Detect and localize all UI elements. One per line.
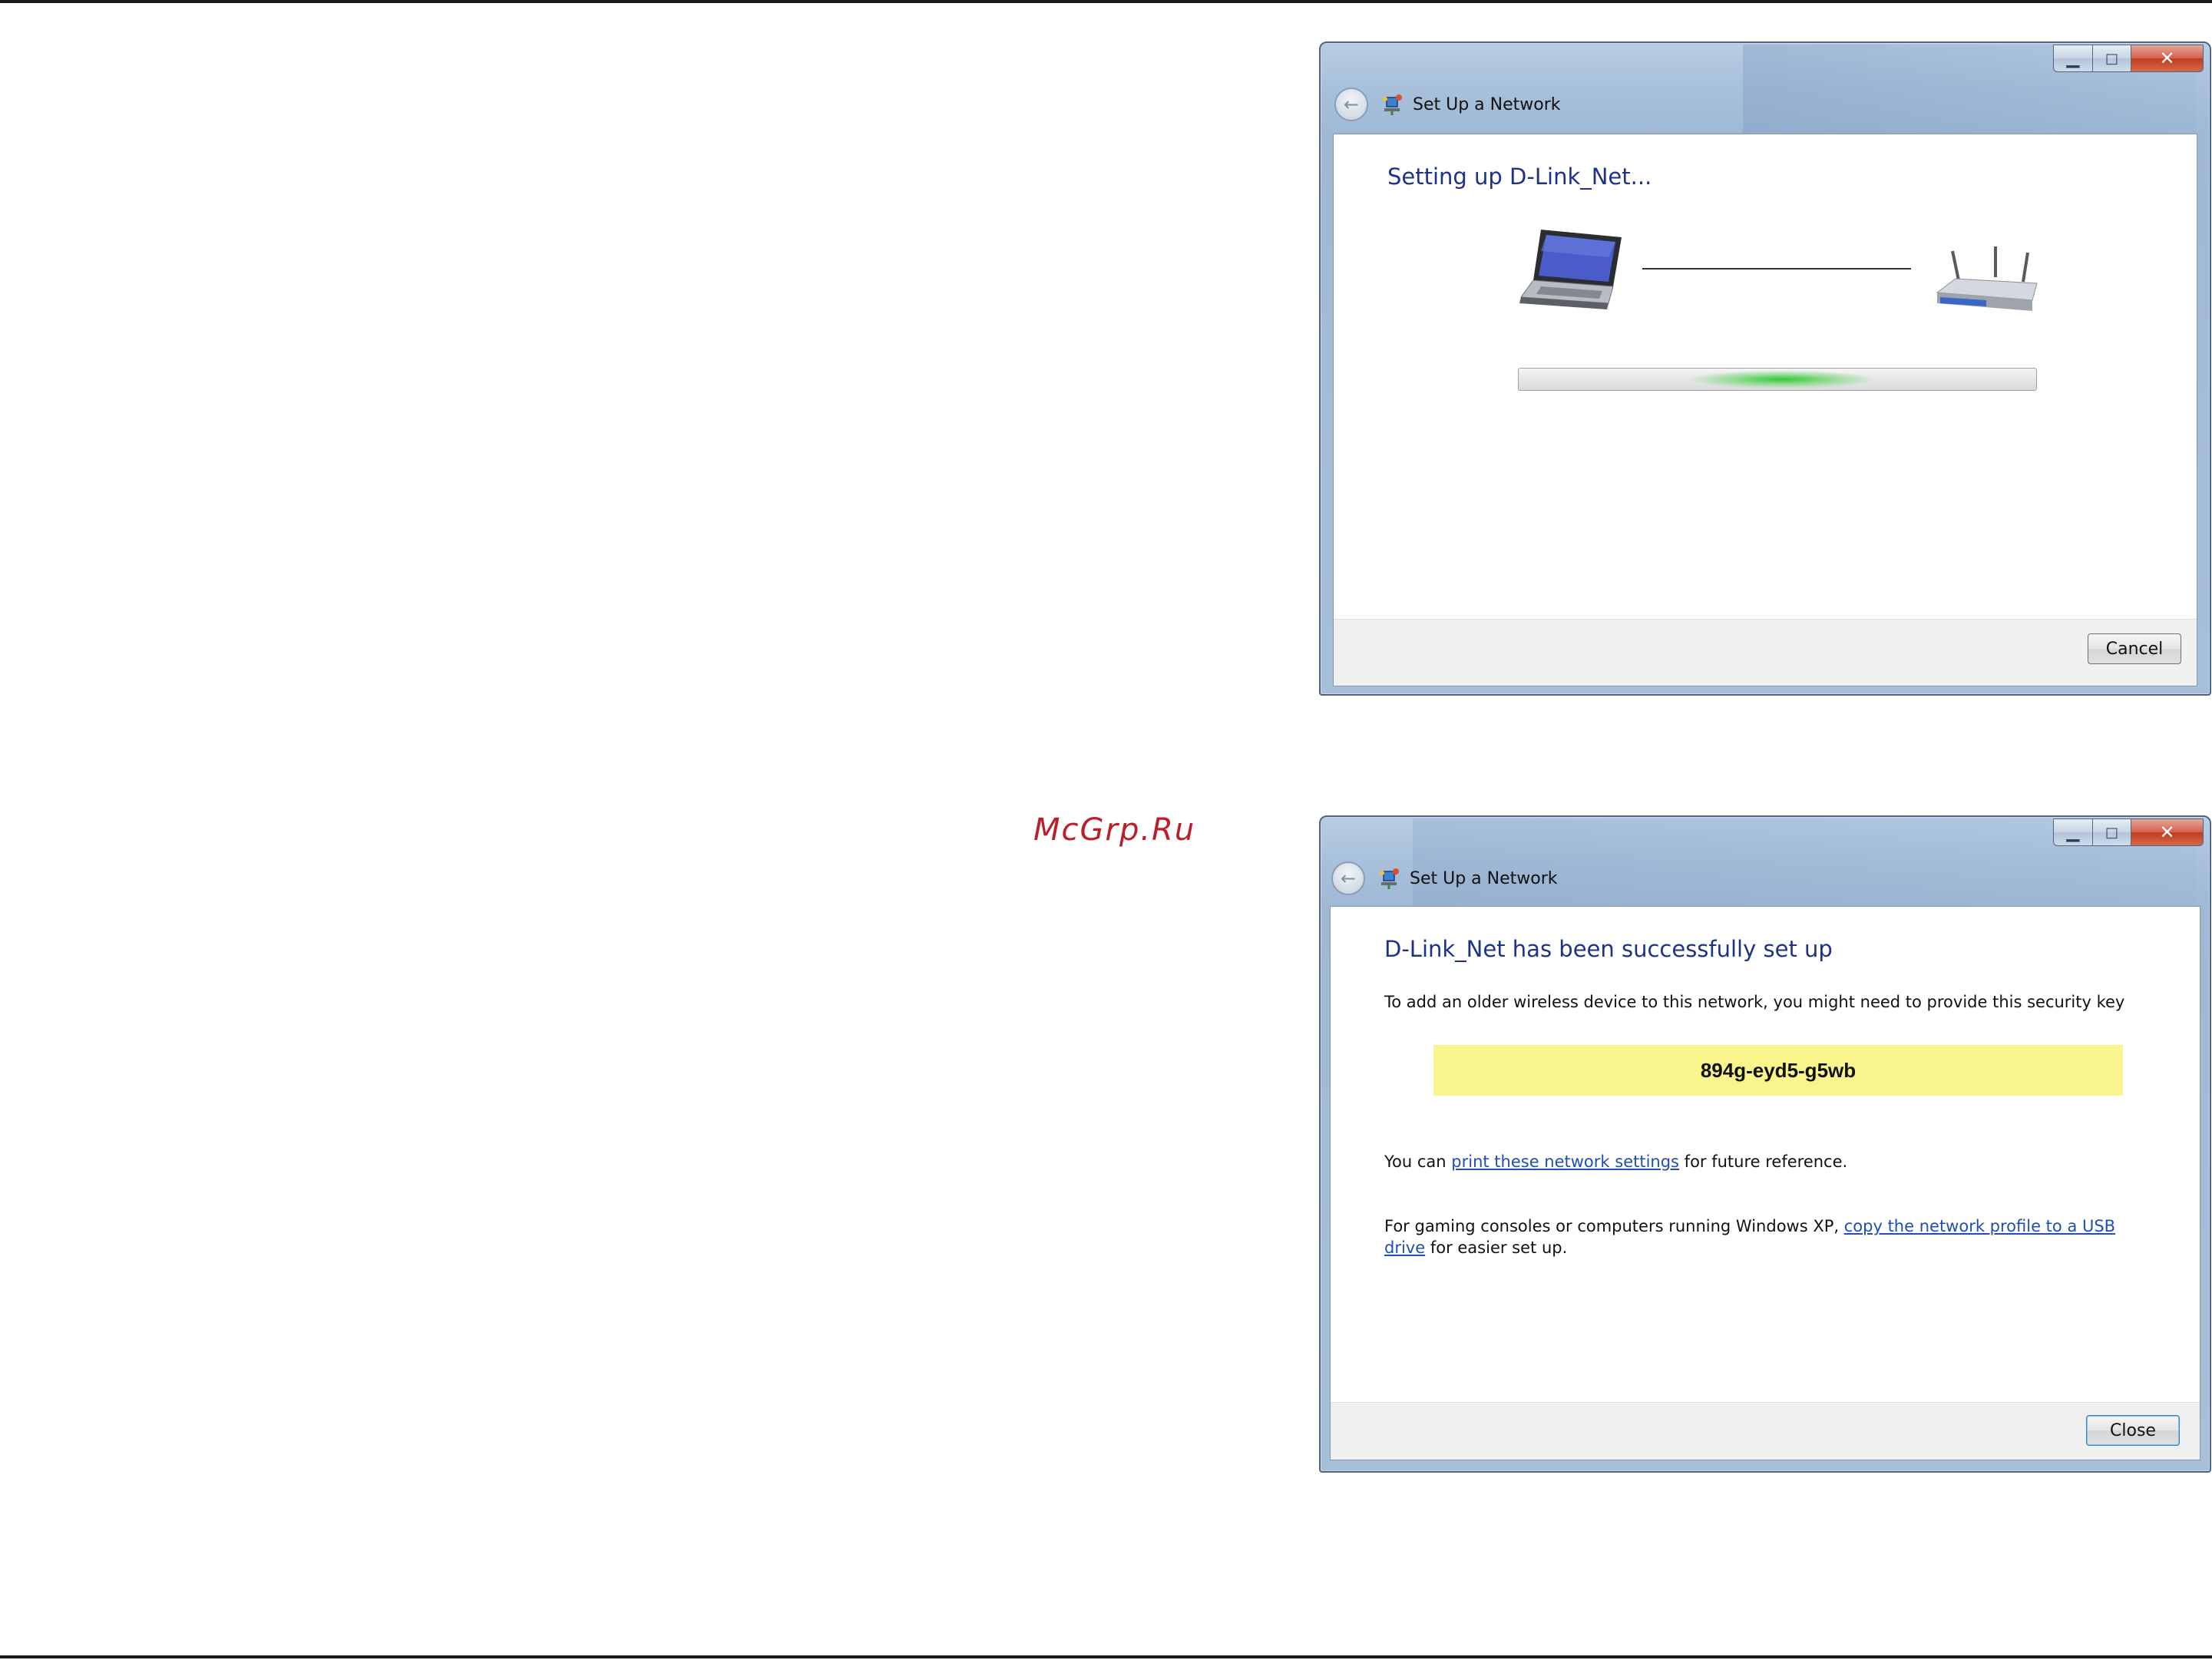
back-button[interactable]: ← [1334,88,1368,121]
maximize-icon: □ [2105,824,2118,841]
window-controls: ▁ □ ✕ [2053,818,2204,846]
back-button[interactable]: ← [1331,861,1365,895]
minimize-button[interactable]: ▁ [2053,818,2093,846]
setup-heading: Setting up D-Link_Net... [1387,164,1652,190]
close-icon: ✕ [2159,822,2175,843]
close-icon: ✕ [2159,48,2175,69]
maximize-button[interactable]: □ [2093,45,2131,72]
window-controls: ▁ □ ✕ [2053,45,2204,72]
window-title: Set Up a Network [1410,868,1558,888]
connection-line [1642,268,1911,270]
router-icon [1936,246,2038,311]
back-arrow-icon: ← [1343,94,1360,115]
print-settings-link[interactable]: print these network settings [1451,1152,1679,1171]
minimize-button[interactable]: ▁ [2053,45,2093,72]
success-heading: D-Link_Net has been successfully set up [1384,936,1833,962]
usb-profile-text: For gaming consoles or computers running… [1384,1217,2116,1257]
maximize-icon: □ [2105,50,2118,67]
progress-indicator [1686,370,1879,389]
close-window-button[interactable]: ✕ [2131,45,2204,72]
window-title: Set Up a Network [1413,94,1561,114]
print-settings-text: You can print these network settings for… [1384,1152,1848,1171]
security-key-instruction: To add an older wireless device to this … [1384,993,2125,1011]
bottom-rule [0,1655,2212,1658]
laptop-icon [1519,230,1622,309]
back-arrow-icon: ← [1340,868,1357,889]
setup-success-window: ▁ □ ✕ ← Set Up a Network D-Link_Net has … [1319,815,2211,1473]
cancel-button[interactable]: Cancel [2088,633,2181,664]
network-setup-icon [1383,94,1402,115]
security-key: 894g-eyd5-g5wb [1433,1045,2123,1096]
close-button[interactable]: Close [2086,1415,2180,1446]
minimize-icon: ▁ [2066,48,2080,68]
watermark: McGrp.Ru [1033,812,1196,848]
dialog-footer: Close [1331,1402,2200,1460]
close-window-button[interactable]: ✕ [2131,818,2204,846]
network-setup-icon [1380,868,1399,889]
minimize-icon: ▁ [2066,822,2080,842]
maximize-button[interactable]: □ [2093,818,2131,846]
dialog-footer: Cancel [1334,619,2197,686]
dialog-content: Setting up D-Link_Net... Cancel [1333,134,2197,686]
setup-progress-bar [1518,368,2037,391]
top-rule [0,0,2212,3]
setup-progress-window: ▁ □ ✕ ← Set Up a Network Setting up D-Li… [1319,41,2211,696]
dialog-content: D-Link_Net has been successfully set up … [1330,906,2200,1460]
